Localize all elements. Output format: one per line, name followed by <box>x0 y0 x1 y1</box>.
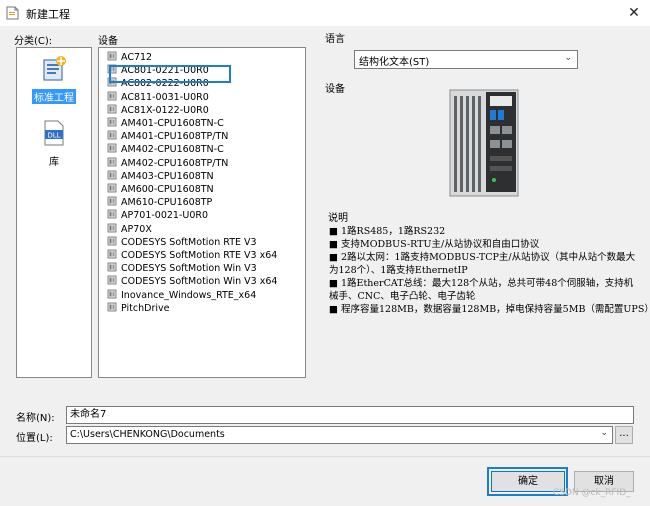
device-list-item[interactable]: PitchDrive <box>107 302 169 315</box>
language-select[interactable]: 结构化文本(ST) ⌄ <box>354 50 578 69</box>
category-label-library: 库 <box>49 157 59 168</box>
watermark: CSDN @ck_RFID_ <box>553 488 631 498</box>
device-label: AM401-CPU1608TP/TN <box>121 131 229 143</box>
device-icon <box>107 236 117 246</box>
category-label: 分类(C): <box>14 36 53 47</box>
close-button[interactable]: ✕ <box>622 2 646 24</box>
chevron-down-icon: ⌄ <box>600 428 608 438</box>
device-label: AP70X <box>121 223 152 235</box>
category-label-standard-project: 标准工程 <box>32 89 76 104</box>
device-label: AM403-CPU1608TN <box>121 170 214 182</box>
device-label: AM610-CPU1608TP <box>121 197 213 209</box>
device-list-item[interactable]: Inovance_Windows_RTE_x64 <box>107 289 256 302</box>
window-title: 新建工程 <box>26 8 70 21</box>
device-label: AC712 <box>121 52 153 63</box>
location-value: C:\Users\CHENKONG\Documents <box>70 429 225 440</box>
device-icon <box>107 275 117 285</box>
category-item-standard-project[interactable]: 标准工程 <box>23 54 85 104</box>
device-label: AC81X-0122-U0R0 <box>121 104 209 116</box>
device-list-item[interactable]: AP701-0021-U0R0 <box>107 209 208 222</box>
device-icon <box>107 223 117 232</box>
description-line: ■ 1路RS485，1路RS232 <box>329 226 446 237</box>
device-list-item[interactable]: AM402-CPU1608TP/TN <box>107 157 228 170</box>
device-list[interactable]: AC712 AC801-0221-U0R0 AC802-0222-U0R0 AC811… <box>98 47 306 378</box>
location-label: 位置(L): <box>16 433 53 444</box>
description-line: ■ 支持MODBUS-RTU主/从站协议和自由口协议 <box>329 239 540 250</box>
device-icon <box>107 289 117 298</box>
device-preview-label: 设备 <box>325 84 345 95</box>
device-icon <box>107 302 117 312</box>
device-icon <box>107 249 117 259</box>
description-text: ■ 1路RS485，1路RS232 ■ 支持MODBUS-RTU主/从站协议和自… <box>329 223 650 323</box>
device-icon <box>107 143 117 153</box>
device-icon <box>107 117 117 127</box>
language-label: 语言 <box>325 34 345 45</box>
description-line: ■ 程序容量128MB，数据容量128MB，掉电保持容量5MB（需配置UPS） <box>329 304 650 315</box>
device-list-item[interactable]: AM401-CPU1608TN-C <box>107 117 224 130</box>
standard-project-icon <box>43 56 66 81</box>
device-icon <box>107 262 117 272</box>
description-line: ■ 2路以太网：1路支持MODBUS-TCP主/从站协议（其中从站个数最大 <box>329 252 636 263</box>
device-list-item[interactable]: AM403-CPU1608TN <box>107 170 214 183</box>
description-line: 为128个）、1路支持EthernetIP <box>329 265 468 276</box>
device-label: PitchDrive <box>121 302 170 314</box>
device-icon <box>107 170 117 180</box>
device-list-item[interactable]: AM600-CPU1608TN <box>107 183 214 196</box>
device-list-item[interactable]: AC81X-0122-U0R0 <box>107 104 209 117</box>
device-list-item[interactable]: AC811-0031-U0R0 <box>107 91 209 104</box>
device-label: CODESYS SoftMotion RTE V3 x64 <box>121 250 278 261</box>
description-label: 说明 <box>328 213 348 224</box>
title-bar: 新建工程 ✕ <box>0 0 650 26</box>
device-label: AM401-CPU1608TN-C <box>121 118 224 129</box>
device-image <box>449 89 519 197</box>
device-icon <box>107 157 117 166</box>
close-icon: ✕ <box>628 5 640 21</box>
description-line: ■ 1路EtherCAT总线：最大128个从站，总共可带48个伺服轴，支持机 <box>329 278 634 289</box>
device-label: Inovance_Windows_RTE_x64 <box>121 289 257 301</box>
name-label: 名称(N): <box>16 413 55 424</box>
browse-button[interactable]: ... <box>615 426 633 444</box>
selected-device-highlight <box>109 65 231 83</box>
device-icon <box>107 51 117 61</box>
location-combo[interactable]: C:\Users\CHENKONG\Documents ⌄ <box>66 426 613 444</box>
language-select-value: 结构化文本(ST) <box>359 57 430 68</box>
description-line: 械手、CNC、电子凸轮、电子齿轮 <box>329 291 476 302</box>
device-label: AC811-0031-U0R0 <box>121 91 209 103</box>
library-dll-icon: DLL <box>44 120 64 146</box>
device-label: AM402-CPU1608TP/TN <box>121 157 229 169</box>
category-item-library[interactable]: DLL 库 <box>23 118 85 168</box>
device-list-item[interactable]: CODESYS SoftMotion Win V3 x64 <box>107 275 277 288</box>
dialog-body: 分类(C): 标准工程 DLL 库 设备 AC712 AC801-0221-U0R… <box>0 26 650 506</box>
device-label: AM600-CPU1608TN <box>121 184 214 195</box>
device-icon <box>107 91 117 100</box>
device-icon <box>107 104 117 114</box>
device-list-item[interactable]: AM402-CPU1608TN-C <box>107 143 224 156</box>
new-project-icon <box>6 6 19 20</box>
device-label: AM402-CPU1608TN-C <box>121 144 224 156</box>
devices-label: 设备 <box>98 36 118 47</box>
device-list-item[interactable]: AM401-CPU1608TP/TN <box>107 130 228 143</box>
device-label: CODESYS SoftMotion RTE V3 <box>121 236 257 248</box>
project-name-input[interactable]: 未命名7 <box>66 406 634 424</box>
divider <box>0 456 650 457</box>
device-label: AP701-0021-U0R0 <box>121 210 209 222</box>
library-icon-text: DLL <box>47 132 60 140</box>
device-label: CODESYS SoftMotion Win V3 <box>121 263 257 275</box>
device-icon <box>107 130 117 140</box>
device-icon <box>107 183 117 193</box>
device-list-item[interactable]: AC712 <box>107 51 152 64</box>
device-list-item[interactable]: CODESYS SoftMotion RTE V3 <box>107 236 257 249</box>
chevron-down-icon: ⌄ <box>564 53 572 63</box>
device-icon <box>107 209 117 219</box>
device-list-item[interactable]: AM610-CPU1608TP <box>107 196 212 209</box>
device-label: CODESYS SoftMotion Win V3 x64 <box>121 276 278 288</box>
device-icon <box>107 196 117 206</box>
device-list-item[interactable]: CODESYS SoftMotion Win V3 <box>107 262 257 275</box>
device-list-item[interactable]: CODESYS SoftMotion RTE V3 x64 <box>107 249 277 262</box>
device-list-item[interactable]: AP70X <box>107 223 152 236</box>
category-list[interactable]: 标准工程 DLL 库 <box>16 47 92 378</box>
